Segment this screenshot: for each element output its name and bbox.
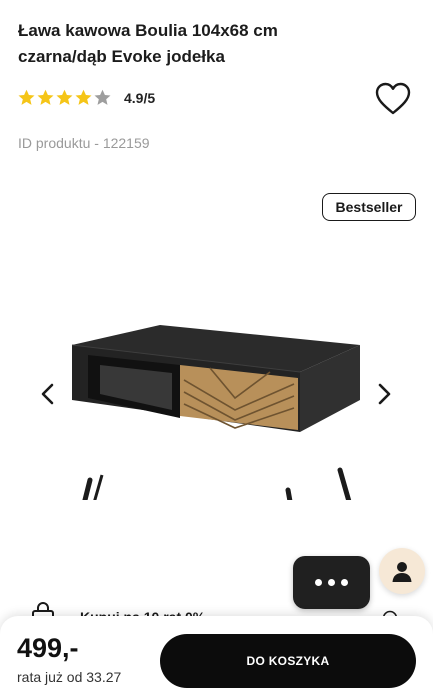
- product-rating[interactable]: 4.9/5: [18, 89, 155, 106]
- product-title: Ława kawowa Boulia 104x68 cm czarna/dąb …: [18, 18, 358, 70]
- user-icon: [392, 562, 412, 582]
- wishlist-button[interactable]: [375, 82, 411, 116]
- star-filled-icon: [56, 89, 73, 105]
- more-dots-icon-dot: [341, 579, 348, 586]
- gallery-next-button[interactable]: [372, 381, 396, 407]
- product-gallery[interactable]: [0, 240, 433, 560]
- product-image: [71, 325, 360, 500]
- star-filled-icon: [18, 89, 35, 105]
- account-button[interactable]: [379, 548, 425, 594]
- gallery-prev-button[interactable]: [36, 381, 60, 407]
- chat-button[interactable]: [293, 556, 370, 609]
- product-title-line-2: czarna/dąb Evoke jodełka: [18, 47, 225, 66]
- rating-stars: [18, 89, 111, 106]
- price: 499,-: [17, 633, 79, 663]
- product-id: ID produktu - 122159: [18, 135, 150, 151]
- rating-value: 4.9/5: [124, 89, 156, 106]
- chevron-left-icon: [41, 383, 54, 405]
- more-dots-icon: [315, 579, 322, 586]
- star-empty-icon: [94, 89, 111, 105]
- bestseller-badge: Bestseller: [322, 193, 416, 221]
- purchase-bar: 499,- rata już od 33.27 DO KOSZYKA: [0, 616, 433, 699]
- heart-icon: [375, 82, 411, 115]
- installment-rate: rata już od 33.27: [17, 669, 122, 685]
- star-filled-icon: [75, 89, 92, 105]
- more-dots-icon-dot: [328, 579, 335, 586]
- chevron-right-icon: [378, 383, 391, 405]
- add-to-cart-button[interactable]: DO KOSZYKA: [160, 634, 416, 688]
- star-filled-icon: [37, 89, 54, 105]
- product-title-line-1: Ława kawowa Boulia 104x68 cm: [18, 21, 278, 40]
